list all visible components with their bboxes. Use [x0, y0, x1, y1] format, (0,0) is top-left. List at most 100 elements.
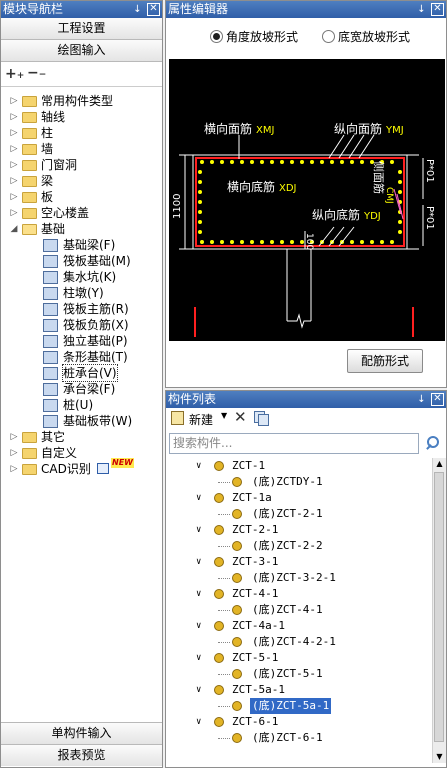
component-list-titlebar: 构件列表 ↓ ✕ — [166, 391, 446, 408]
rebar-dot — [240, 240, 244, 244]
label-top-horizontal: 横向面筋 — [204, 121, 252, 136]
gear-icon — [214, 621, 224, 631]
expand-arrow-icon[interactable]: ▷ — [9, 445, 19, 461]
new-component-button[interactable]: 新建 — [189, 411, 213, 428]
expand-arrow-icon[interactable]: ▷ — [9, 429, 19, 445]
component-type-icon — [43, 303, 58, 316]
new-component-icon[interactable] — [171, 411, 184, 425]
expand-arrow-icon[interactable]: ▷ — [9, 141, 19, 157]
component-name: ZCT-5a-1 — [232, 683, 285, 696]
collapse-arrow-icon[interactable]: ∨ — [196, 554, 201, 570]
component-name: ZCT-4-1 — [232, 587, 279, 600]
collapse-arrow-icon[interactable]: ∨ — [196, 714, 201, 730]
folder-icon — [22, 160, 37, 171]
close-icon[interactable]: ✕ — [431, 3, 444, 16]
gear-icon — [214, 717, 224, 727]
expand-arrow-icon[interactable]: ▷ — [9, 173, 19, 189]
pin-icon[interactable]: ↓ — [132, 1, 143, 18]
tree-item-label: 筏板主筋(R) — [63, 302, 129, 316]
drawing-input-button[interactable]: 绘图输入 — [1, 40, 162, 62]
dim-right-top-text: P*01 — [424, 159, 435, 183]
tree-item-label: 柱墩(Y) — [63, 286, 104, 300]
gear-icon — [214, 461, 224, 471]
expand-all-icon[interactable]: ++ — [5, 66, 24, 82]
scroll-thumb[interactable] — [434, 472, 444, 742]
scroll-up-arrow[interactable]: ▲ — [433, 458, 446, 470]
folder-icon — [22, 224, 37, 235]
engineering-settings-button[interactable]: 工程设置 — [1, 18, 162, 40]
radio-width-indicator[interactable] — [322, 30, 335, 43]
gear-icon — [214, 685, 224, 695]
copy-icon[interactable] — [254, 411, 269, 426]
collapse-arrow-icon[interactable]: ∨ — [196, 682, 201, 698]
expand-arrow-icon[interactable]: ▷ — [9, 205, 19, 221]
gear-icon — [232, 509, 242, 519]
expand-arrow-icon[interactable]: ▷ — [9, 125, 19, 141]
collapse-arrow-icon[interactable]: ∨ — [196, 490, 201, 506]
rebar-dot — [380, 240, 384, 244]
component-child-name: (底)ZCT-4-2-1 — [252, 635, 336, 648]
rebar-dot — [398, 220, 402, 224]
expand-arrow-icon[interactable]: ▷ — [9, 189, 19, 205]
radio-angle-indicator[interactable] — [210, 30, 223, 43]
single-component-input-button[interactable]: 单构件输入 — [1, 722, 162, 744]
report-preview-button[interactable]: 报表预览 — [1, 744, 162, 766]
dropdown-arrow-icon[interactable]: ▼ — [221, 411, 227, 420]
component-type-icon — [43, 319, 58, 332]
label-bottom-vertical: 纵向底筋 — [312, 207, 360, 222]
collapse-arrow-icon[interactable]: ∨ — [196, 650, 201, 666]
tree-item-label: 集水坑(K) — [63, 270, 117, 284]
delete-icon[interactable]: ✕ — [234, 408, 247, 426]
tree-item-label: 其它 — [41, 430, 66, 444]
search-icon[interactable] — [425, 436, 439, 450]
component-list-scrollbar[interactable]: ▲ ▼ — [432, 458, 446, 763]
rebar-dot — [398, 230, 402, 234]
component-child-name: (底)ZCT-2-1 — [252, 507, 323, 520]
close-icon[interactable]: ✕ — [431, 393, 444, 406]
rebar-dot — [280, 240, 284, 244]
collapse-arrow-icon[interactable]: ∨ — [196, 458, 201, 474]
expand-arrow-icon[interactable]: ▷ — [9, 93, 19, 109]
component-name: ZCT-6-1 — [232, 715, 279, 728]
rebar-dot — [210, 160, 214, 164]
tree-item-label: CAD识别 — [41, 462, 91, 476]
tree-item-label: 桩(U) — [63, 398, 94, 412]
pile-break-line — [287, 313, 311, 329]
collapse-arrow-icon[interactable]: ∨ — [196, 522, 201, 538]
rebar-dot — [220, 240, 224, 244]
rebar-dot — [200, 160, 204, 164]
component-search-input[interactable]: 搜索构件... — [169, 433, 419, 454]
module-nav-titlebar: 模块导航栏 ↓ ✕ — [1, 1, 162, 18]
expand-arrow-icon[interactable]: ▷ — [9, 461, 19, 477]
collapse-all-icon[interactable]: −− — [27, 65, 46, 81]
gear-icon — [232, 477, 242, 487]
component-name: ZCT-4a-1 — [232, 619, 285, 632]
rebar-dot — [270, 240, 274, 244]
tree-connector — [218, 738, 230, 739]
radio-angle-slope[interactable]: 角度放坡形式 — [210, 28, 298, 45]
component-toolbar: 新建 ▼ ✕ — [166, 408, 446, 430]
pin-icon[interactable]: ↓ — [416, 391, 427, 408]
tree-item-label: 墙 — [41, 142, 54, 156]
rebar-dot — [198, 230, 202, 234]
folder-icon — [22, 208, 37, 219]
collapse-arrow-icon[interactable]: ◢ — [9, 221, 19, 237]
tree-item-label: 门窗洞 — [41, 158, 78, 172]
pin-icon[interactable]: ↓ — [416, 1, 427, 18]
collapse-arrow-icon[interactable]: ∨ — [196, 618, 201, 634]
expand-arrow-icon[interactable]: ▷ — [9, 109, 19, 125]
scroll-down-arrow[interactable]: ▼ — [433, 751, 446, 763]
gear-icon — [214, 557, 224, 567]
expand-arrow-icon[interactable]: ▷ — [9, 157, 19, 173]
rebar-dot — [198, 210, 202, 214]
rebar-form-button[interactable]: 配筋形式 — [347, 349, 423, 373]
component-list-title: 构件列表 — [168, 392, 217, 406]
radio-width-slope[interactable]: 底宽放坡形式 — [322, 28, 410, 45]
gear-icon — [214, 653, 224, 663]
rebar-dot — [398, 190, 402, 194]
collapse-arrow-icon[interactable]: ∨ — [196, 586, 201, 602]
close-icon[interactable]: ✕ — [147, 3, 160, 16]
tree-toolbar: ++ −− — [1, 62, 162, 87]
gear-icon — [232, 733, 242, 743]
component-type-icon — [43, 239, 58, 252]
